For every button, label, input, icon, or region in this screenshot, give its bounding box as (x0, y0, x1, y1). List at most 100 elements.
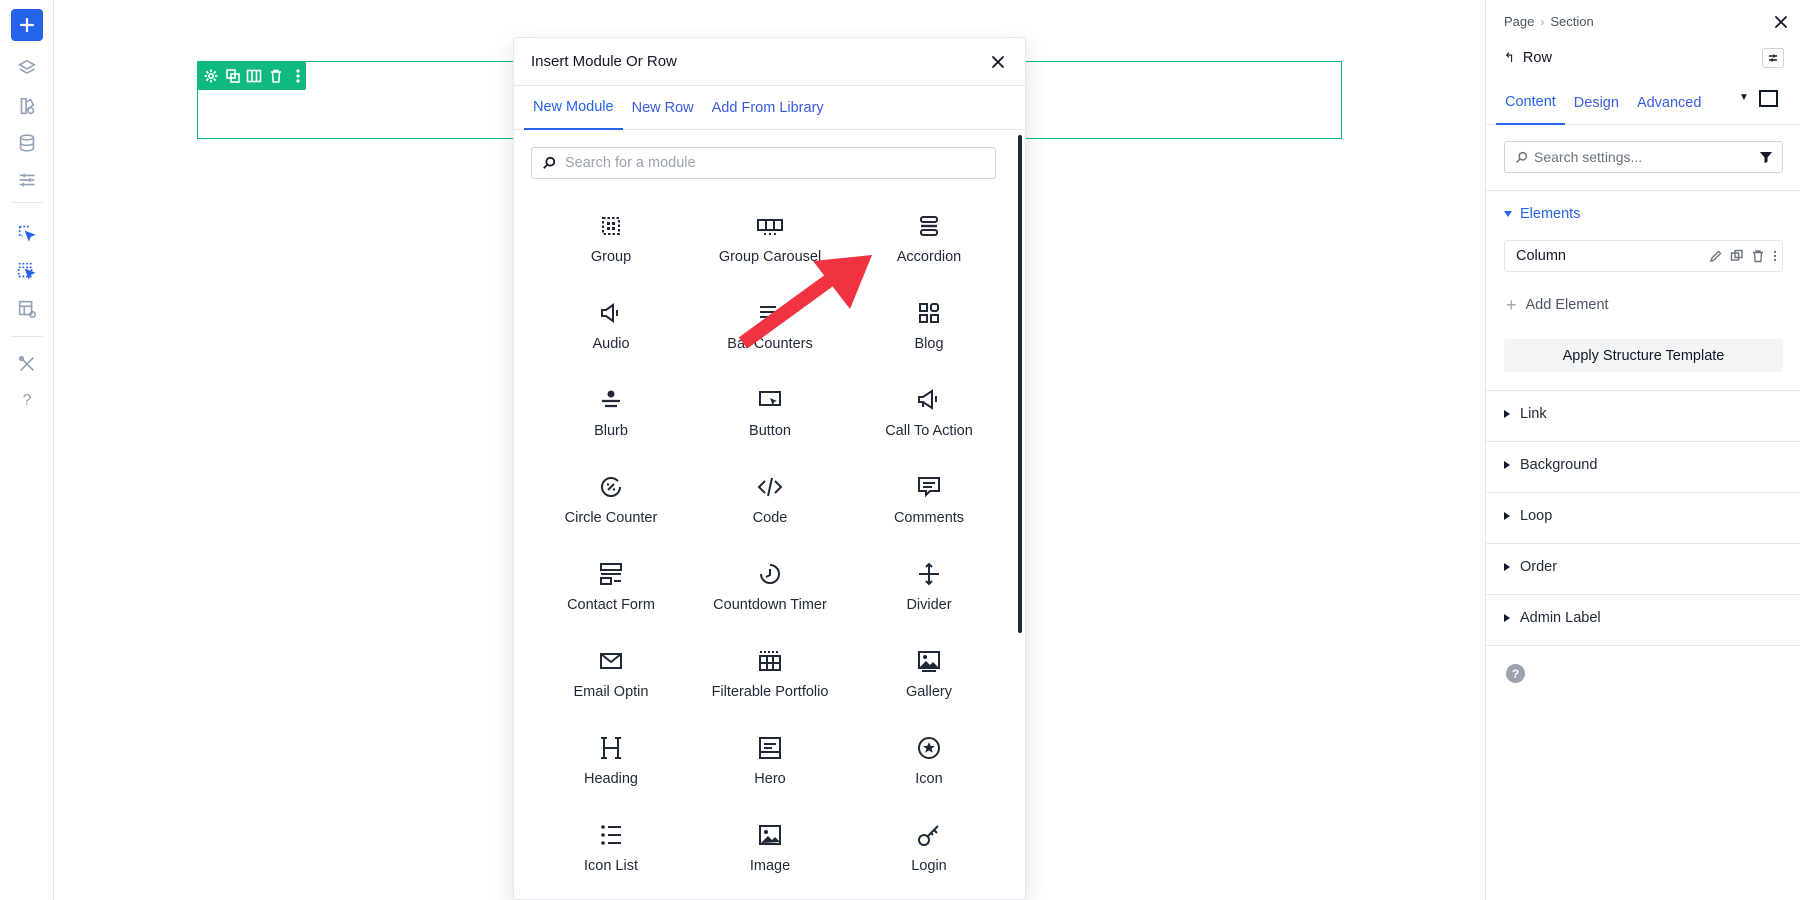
settings-search-input[interactable] (1534, 149, 1754, 165)
duplicate-icon[interactable] (1730, 249, 1744, 263)
add-element-button[interactable]: + Add Element (1506, 296, 1609, 314)
module-label: Circle Counter (564, 510, 658, 526)
tab-design[interactable]: Design (1565, 80, 1628, 125)
multi-select-icon (17, 262, 36, 280)
tab-add-from-library[interactable]: Add From Library (703, 86, 833, 130)
audio-icon (597, 299, 625, 327)
modal-header: Insert Module Or Row (514, 38, 1025, 86)
module-call-to-action[interactable]: Call To Action (849, 382, 1009, 458)
module-countdown-timer[interactable]: Countdown Timer (690, 556, 850, 632)
search-icon (543, 156, 556, 169)
group-carousel-icon (756, 212, 784, 240)
pages-button[interactable] (11, 90, 43, 122)
module-comments[interactable]: Comments (849, 469, 1009, 545)
module-label: Group (590, 249, 632, 265)
panel-close-button[interactable] (1773, 14, 1791, 32)
section-divider (1486, 441, 1800, 442)
module-label: Comments (893, 510, 965, 526)
back-arrow-icon[interactable]: ↰ (1504, 50, 1515, 66)
column-label: Column (1516, 248, 1566, 264)
trash-icon[interactable] (1751, 249, 1765, 263)
preview-button[interactable] (11, 293, 43, 325)
module-filterable-portfolio[interactable]: Filterable Portfolio (690, 643, 850, 719)
module-search-input[interactable] (565, 155, 965, 171)
section-order[interactable]: Order (1504, 559, 1557, 575)
settings-sliders-icon (19, 173, 35, 187)
section-label: Background (1520, 457, 1598, 473)
email-optin-icon (597, 647, 625, 675)
modal-close-button[interactable] (988, 52, 1008, 72)
breadcrumb-section[interactable]: Section (1550, 14, 1593, 29)
tab-new-module[interactable]: New Module (524, 86, 623, 130)
row-delete-button[interactable] (268, 67, 285, 85)
view-mode-icon[interactable] (1759, 90, 1778, 107)
modal-scrollbar[interactable] (1018, 135, 1022, 633)
module-heading[interactable]: Heading (531, 730, 691, 806)
select-button[interactable] (11, 217, 43, 249)
module-label: Accordion (896, 249, 962, 265)
module-code[interactable]: Code (690, 469, 850, 545)
modal-title: Insert Module Or Row (531, 53, 677, 70)
module-label: Hero (754, 771, 786, 787)
breadcrumb-page[interactable]: Page (1504, 14, 1534, 29)
module-icon-list[interactable]: Icon List (531, 817, 691, 893)
module-image[interactable]: Image (690, 817, 850, 893)
column-element[interactable]: Column (1504, 240, 1783, 272)
section-divider (1486, 390, 1800, 391)
module-button[interactable]: Button (690, 382, 850, 458)
rail-divider (11, 202, 43, 203)
section-link[interactable]: Link (1504, 406, 1547, 422)
multi-select-button[interactable] (11, 255, 43, 287)
database-button[interactable] (11, 127, 43, 159)
help-icon[interactable]: ? (1506, 664, 1525, 683)
elements-section-toggle[interactable]: Elements (1504, 206, 1580, 222)
section-background[interactable]: Background (1504, 457, 1597, 473)
tab-new-row[interactable]: New Row (623, 86, 703, 130)
tabs-dropdown-icon[interactable]: ▼ (1739, 92, 1749, 103)
module-audio[interactable]: Audio (531, 295, 691, 371)
module-blurb[interactable]: Blurb (531, 382, 691, 458)
edit-pencil-icon[interactable] (1709, 249, 1723, 263)
image-icon (756, 821, 784, 849)
section-admin-label[interactable]: Admin Label (1504, 610, 1601, 626)
tools-icon (18, 355, 35, 372)
row-settings-button[interactable] (203, 67, 220, 85)
module-label: Login (911, 858, 947, 874)
module-gallery[interactable]: Gallery (849, 643, 1009, 719)
module-circle-counter[interactable]: Circle Counter (531, 469, 691, 545)
module-icon[interactable]: Icon (849, 730, 1009, 806)
section-loop[interactable]: Loop (1504, 508, 1552, 524)
settings-search (1504, 141, 1783, 173)
module-label: Divider (906, 597, 952, 613)
help-button[interactable]: ? (11, 385, 43, 417)
module-label: Email Optin (573, 684, 649, 700)
module-email-optin[interactable]: Email Optin (531, 643, 691, 719)
module-login[interactable]: Login (849, 817, 1009, 893)
module-label: Icon (915, 771, 943, 787)
module-label: Heading (583, 771, 638, 787)
gear-icon (204, 69, 218, 82)
more-vertical-icon[interactable] (1772, 249, 1778, 263)
element-title: Row (1522, 50, 1552, 66)
apply-structure-template-button[interactable]: Apply Structure Template (1504, 339, 1783, 372)
settings-button[interactable] (11, 164, 43, 196)
layers-button[interactable] (11, 52, 43, 84)
tools-button[interactable] (11, 348, 43, 380)
tab-content[interactable]: Content (1496, 80, 1565, 125)
tab-advanced[interactable]: Advanced (1628, 80, 1711, 125)
filter-icon[interactable] (1759, 150, 1773, 164)
plus-icon (19, 17, 35, 33)
module-label: Button (749, 423, 791, 439)
row-columns-button[interactable] (246, 67, 263, 85)
module-label: Call To Action (885, 423, 973, 439)
row-duplicate-button[interactable] (225, 67, 242, 85)
panel-options-button[interactable] (1762, 48, 1784, 68)
module-divider[interactable]: Divider (849, 556, 1009, 632)
gallery-icon (915, 647, 943, 675)
module-group[interactable]: Group (531, 208, 691, 284)
module-hero[interactable]: Hero (690, 730, 850, 806)
row-more-button[interactable] (289, 67, 306, 85)
code-icon (756, 473, 784, 501)
add-button[interactable] (11, 9, 43, 41)
module-contact-form[interactable]: Contact Form (531, 556, 691, 632)
